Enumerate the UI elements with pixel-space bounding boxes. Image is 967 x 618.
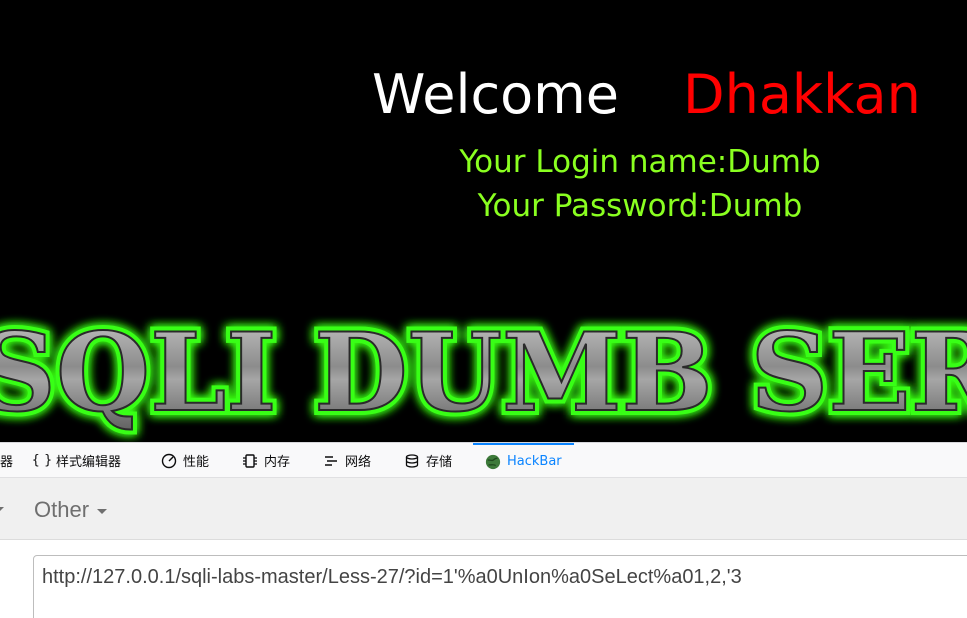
password-line: Your Password:Dumb — [477, 188, 803, 224]
welcome-heading: Welcome Dhakkan — [372, 68, 921, 122]
network-lines-icon — [323, 453, 339, 469]
hackbar-globe-icon — [485, 454, 501, 470]
memory-chip-icon — [242, 453, 258, 469]
welcome-word: Welcome — [372, 63, 620, 126]
tab-network[interactable]: 网络 — [323, 443, 371, 478]
welcome-name: Dhakkan — [683, 63, 921, 126]
tab-label: 内存 — [264, 455, 291, 470]
tab-memory[interactable]: 内存 — [242, 443, 290, 478]
other-menu-label: Other — [34, 497, 90, 522]
tab-label: 存储 — [426, 455, 453, 470]
devtools-tab-bar: 器 { } 样式编辑器 性能 内存 网络 存储 HackBar — [0, 442, 967, 478]
tab-label: 样式编辑器 — [56, 455, 122, 470]
database-icon — [404, 453, 420, 469]
hackbar-url-area: http://127.0.0.1/sqli-labs-master/Less-2… — [0, 540, 967, 618]
tab-storage[interactable]: 存储 — [404, 443, 452, 478]
braces-icon: { } — [31, 453, 53, 468]
tab-inspector-partial[interactable]: 器 — [0, 443, 13, 478]
tab-label: 器 — [0, 455, 14, 470]
other-menu-dropdown[interactable]: Other — [34, 497, 108, 523]
login-name-line: Your Login name:Dumb — [459, 144, 821, 180]
tab-hackbar[interactable]: HackBar — [473, 443, 574, 478]
tab-style-editor[interactable]: { } 样式编辑器 — [31, 443, 122, 478]
gauge-icon — [161, 453, 177, 469]
banner-text: SQLI DUMB SERIES — [0, 310, 967, 436]
page: Welcome Dhakkan Your Login name:Dumb Your… — [0, 0, 967, 618]
hackbar-toolbar: Other — [0, 478, 967, 540]
chevron-down-icon — [97, 509, 108, 514]
url-input[interactable]: http://127.0.0.1/sqli-labs-master/Less-2… — [33, 555, 967, 618]
tab-label: HackBar — [507, 454, 562, 469]
tab-performance[interactable]: 性能 — [161, 443, 209, 478]
tab-label: 网络 — [345, 455, 372, 470]
sqli-page-content: Welcome Dhakkan Your Login name:Dumb Your… — [0, 0, 967, 442]
sqli-dumb-series-banner: SQLI DUMB SERIES SQLI DUMB SERIES — [0, 305, 967, 441]
chevron-down-icon[interactable] — [0, 507, 4, 511]
tab-label: 性能 — [183, 455, 210, 470]
